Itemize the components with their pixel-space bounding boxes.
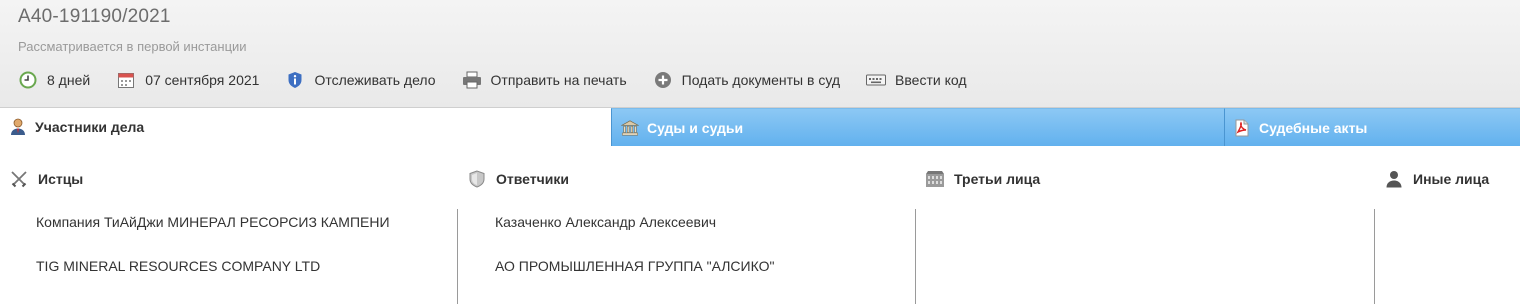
submit-documents-label: Подать документы в суд (681, 72, 841, 88)
duration-label: 8 дней (47, 72, 91, 88)
defendants-list: Казаченко Александр Алексеевич АО ПРОМЫШ… (495, 209, 774, 297)
column-divider (915, 209, 916, 304)
duration-item: 8 дней (18, 70, 90, 90)
case-header: А40-191190/2021 Рассматривается в первой… (0, 0, 1520, 108)
tab-courts-label: Суды и судьи (647, 119, 744, 136)
person-silhouette-icon (1384, 169, 1404, 189)
column-divider (1374, 209, 1375, 304)
defendants-title: Ответчики (496, 171, 569, 187)
case-number: А40-191190/2021 (18, 6, 171, 27)
plaintiffs-list: Компания ТиАйДжи МИНЕРАЛ РЕСОРСИЗ КАМПЕН… (36, 209, 390, 297)
shield-info-icon (285, 70, 305, 90)
tab-participants-label: Участники дела (35, 119, 145, 135)
third-parties-title: Третьи лица (954, 171, 1041, 187)
enter-code-label: Ввести код (895, 72, 967, 88)
crossed-swords-icon (9, 169, 29, 189)
building-icon (925, 169, 945, 189)
plaintiff-item[interactable]: Компания ТиАйДжи МИНЕРАЛ РЕСОРСИЗ КАМПЕН… (36, 209, 390, 253)
print-button[interactable]: Отправить на печать (462, 70, 627, 90)
plus-circle-icon (653, 70, 673, 90)
tab-courts[interactable]: Суды и судьи (611, 108, 1224, 146)
tab-judicial-acts[interactable]: Судебные акты (1224, 108, 1520, 146)
track-case-label: Отслеживать дело (314, 72, 436, 88)
case-tabs: Участники дела Суды и судьи Судебные акт… (0, 108, 1520, 146)
plaintiff-item[interactable]: TIG MINERAL RESOURCES COMPANY LTD (36, 253, 390, 297)
pdf-icon (1233, 119, 1251, 137)
calendar-icon (116, 70, 136, 90)
plaintiffs-title: Истцы (38, 171, 84, 187)
clock-icon (18, 70, 38, 90)
others-heading: Иные лица (1384, 166, 1489, 192)
defendant-item[interactable]: Казаченко Александр Алексеевич (495, 209, 774, 253)
keyboard-icon (866, 70, 887, 90)
printer-icon (462, 70, 482, 90)
date-label: 07 сентября 2021 (145, 72, 260, 88)
tab-participants[interactable]: Участники дела (0, 108, 611, 146)
third-parties-heading: Третьи лица (925, 166, 1040, 192)
enter-code-button[interactable]: Ввести код (866, 70, 967, 90)
case-status: Рассматривается в первой инстанции (18, 39, 247, 54)
plaintiffs-heading: Истцы (9, 166, 83, 192)
print-label: Отправить на печать (490, 72, 627, 88)
courthouse-icon (621, 119, 639, 137)
date-item: 07 сентября 2021 (116, 70, 259, 90)
submit-documents-button[interactable]: Подать документы в суд (653, 70, 840, 90)
column-divider (457, 209, 458, 304)
others-title: Иные лица (1413, 171, 1490, 187)
case-toolbar: 8 дней 07 сентября 2021 Отслеживать дело… (18, 68, 993, 92)
shield-icon (467, 169, 487, 189)
tab-judicial-acts-label: Судебные акты (1259, 119, 1368, 136)
track-case-button[interactable]: Отслеживать дело (285, 70, 436, 90)
defendants-heading: Ответчики (467, 166, 569, 192)
defendant-item[interactable]: АО ПРОМЫШЛЕННАЯ ГРУППА "АЛСИКО" (495, 253, 774, 297)
person-icon (9, 118, 27, 136)
